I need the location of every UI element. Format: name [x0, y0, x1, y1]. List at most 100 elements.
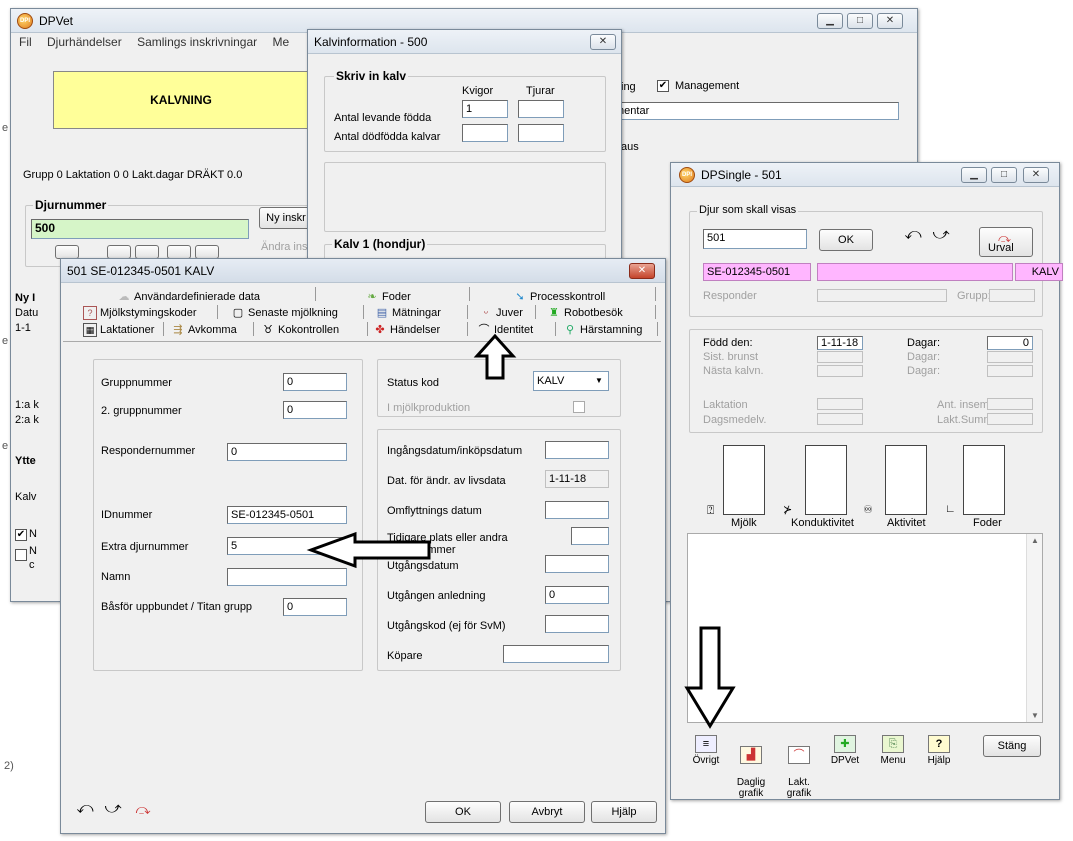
search-animal-icon[interactable]: ⤼ [131, 799, 155, 821]
tab-processkontroll[interactable]: ➘ Processkontroll [513, 289, 605, 305]
management-checkbox[interactable]: ✔ [657, 80, 669, 92]
scroll-down-icon[interactable]: ▼ [1031, 711, 1039, 720]
prev-animal-icon[interactable]: ⤺ [901, 225, 925, 247]
djurnummer-title: Djurnummer [33, 198, 109, 212]
animal-titlebar[interactable]: 501 SE-012345-0501 KALV ✕ [61, 259, 665, 283]
tab-harstamning[interactable]: ⚲ Härstamning [563, 322, 642, 338]
utgangen-input[interactable]: 0 [545, 586, 609, 604]
kalvinfo-titlebar[interactable]: Kalvinformation - 500 ✕ [308, 30, 621, 54]
col-kvigor: Kvigor [462, 85, 494, 97]
levande-tjurar-input[interactable] [518, 100, 564, 118]
minimize-icon[interactable]: ▁ [961, 167, 987, 183]
tab-mjolkstymingskoder[interactable]: ? Mjölkstymingskoder [83, 305, 197, 321]
ok-button[interactable]: OK [819, 229, 873, 251]
sist-brunst-label: Sist. brunst [703, 351, 759, 363]
close-icon[interactable]: ✕ [877, 13, 903, 29]
mjolk-graph[interactable] [723, 445, 765, 515]
close-icon[interactable]: ✕ [1023, 167, 1049, 183]
side-checkbox[interactable]: ✔ [15, 529, 27, 541]
side-checkbox[interactable] [15, 549, 27, 561]
tab-senaste-mjolkning[interactable]: ▢ Senaste mjölkning [231, 305, 338, 321]
scroll-up-icon[interactable]: ▲ [1031, 536, 1039, 545]
nav-select-icon[interactable] [167, 245, 191, 259]
nav-first-icon[interactable] [55, 245, 79, 259]
help-button[interactable]: Hjälp [591, 801, 657, 823]
change-entry-button[interactable]: Ändra ins [261, 241, 307, 253]
gruppnummer-input[interactable]: 0 [283, 373, 347, 391]
close-icon[interactable]: ✕ [590, 34, 616, 50]
tab-robotbesok[interactable]: ♜ Robotbesök [547, 305, 623, 321]
ovrigt-button[interactable]: ≡ Övrigt [689, 735, 723, 766]
maximize-icon[interactable]: □ [847, 13, 873, 29]
foder-label: Foder [973, 517, 1002, 529]
tab-avkomma[interactable]: ⇶ Avkomma [171, 322, 236, 338]
prev-animal-icon[interactable]: ⤺ [73, 799, 97, 821]
kalv1-title: Kalv 1 (hondjur) [332, 237, 428, 251]
events-icon: ✤ [375, 324, 385, 336]
tab-kokontrollen[interactable]: ♉ Kokontrollen [261, 322, 339, 338]
lakt-summa-field [987, 413, 1033, 425]
comment-field[interactable]: mentar [611, 102, 899, 120]
close-icon[interactable]: ✕ [629, 263, 655, 279]
aktivitet-graph[interactable] [885, 445, 927, 515]
tab-foder[interactable]: ❧ Foder [365, 289, 410, 305]
omflyttning-input[interactable] [545, 501, 609, 519]
menu-djurhandelser[interactable]: Djurhändelser [47, 35, 122, 49]
tab-laktationer[interactable]: ▦ Laktationer [83, 322, 154, 338]
menu-me[interactable]: Me [272, 35, 289, 49]
dpsingle-titlebar[interactable]: DPI DPSingle - 501 ▁ □ ✕ [671, 163, 1059, 187]
foder-graph[interactable] [963, 445, 1005, 515]
new-entry-button[interactable]: Ny inskr [259, 207, 313, 229]
responder-field [817, 289, 947, 302]
tab-anvandardefinierade[interactable]: ☁ Användardefinierade data [117, 289, 260, 305]
minimize-icon[interactable]: ▁ [817, 13, 843, 29]
maximize-icon[interactable]: □ [991, 167, 1017, 183]
basfor-input[interactable]: 0 [283, 598, 347, 616]
gruppnummer2-input[interactable]: 0 [283, 401, 347, 419]
next-animal-icon[interactable]: ⤻ [101, 799, 125, 821]
konduktivitet-graph[interactable] [805, 445, 847, 515]
fodd-field: 1-11-18 [817, 336, 863, 350]
daglig-grafik-button[interactable]: ▟ Daglig grafik [731, 735, 771, 799]
dodfodda-tjurar-input[interactable] [518, 124, 564, 142]
edge-mark: e [2, 122, 9, 134]
ok-button[interactable]: OK [425, 801, 501, 823]
utgangsdatum-input[interactable] [545, 555, 609, 573]
namn-input[interactable] [227, 568, 347, 586]
idnummer-input[interactable]: SE-012345-0501 [227, 506, 347, 524]
menu-button[interactable]: ⎘ Menu [875, 735, 911, 766]
dpi-logo-icon: DPI [679, 167, 695, 183]
tidigare-input[interactable] [571, 527, 609, 545]
nav-next-icon[interactable] [135, 245, 159, 259]
help-icon: ? [928, 735, 950, 753]
utgangskod-input[interactable] [545, 615, 609, 633]
respondernummer-input[interactable]: 0 [227, 443, 347, 461]
tab-matningar[interactable]: ▤ Mätningar [375, 305, 441, 321]
status-kod-select[interactable]: KALV ▼ [533, 371, 609, 391]
animal-number-input[interactable]: 501 [703, 229, 807, 249]
mjolkproduktion-checkbox[interactable] [573, 401, 585, 413]
tab-juver[interactable]: ᵕ Juver [479, 305, 523, 321]
nav-prev-icon[interactable] [107, 245, 131, 259]
list-scrollbar[interactable]: ▲ ▼ [1026, 534, 1042, 722]
urval-button[interactable]: ⤼ Urval [979, 227, 1033, 257]
djurnummer-input[interactable]: 500 [31, 219, 249, 239]
dodfodda-kvigor-input[interactable] [462, 124, 508, 142]
levande-kvigor-input[interactable]: 1 [462, 100, 508, 118]
ingangsdatum-input[interactable] [545, 441, 609, 459]
nasta-kalvn-field [817, 365, 863, 377]
next-animal-icon[interactable]: ⤻ [929, 225, 953, 247]
stang-button[interactable]: Stäng [983, 735, 1041, 757]
tab-handelser[interactable]: ✤ Händelser [373, 322, 440, 338]
event-list[interactable]: ▲ ▼ [687, 533, 1043, 723]
kopare-input[interactable] [503, 645, 609, 663]
hjalp-button[interactable]: ? Hjälp [921, 735, 957, 766]
nav-extra-icon[interactable] [195, 245, 219, 259]
cancel-button[interactable]: Avbryt [509, 801, 585, 823]
menu-fil[interactable]: Fil [19, 35, 32, 49]
daglig-grafik-label: Daglig grafik [736, 777, 766, 799]
menu-samlings[interactable]: Samlings inskrivningar [137, 35, 257, 49]
lakt-grafik-button[interactable]: ⌒ Lakt. grafik [781, 735, 817, 799]
dpvet-button[interactable]: ✚ DPVet [825, 735, 865, 766]
tab-label: Kokontrollen [278, 324, 340, 336]
